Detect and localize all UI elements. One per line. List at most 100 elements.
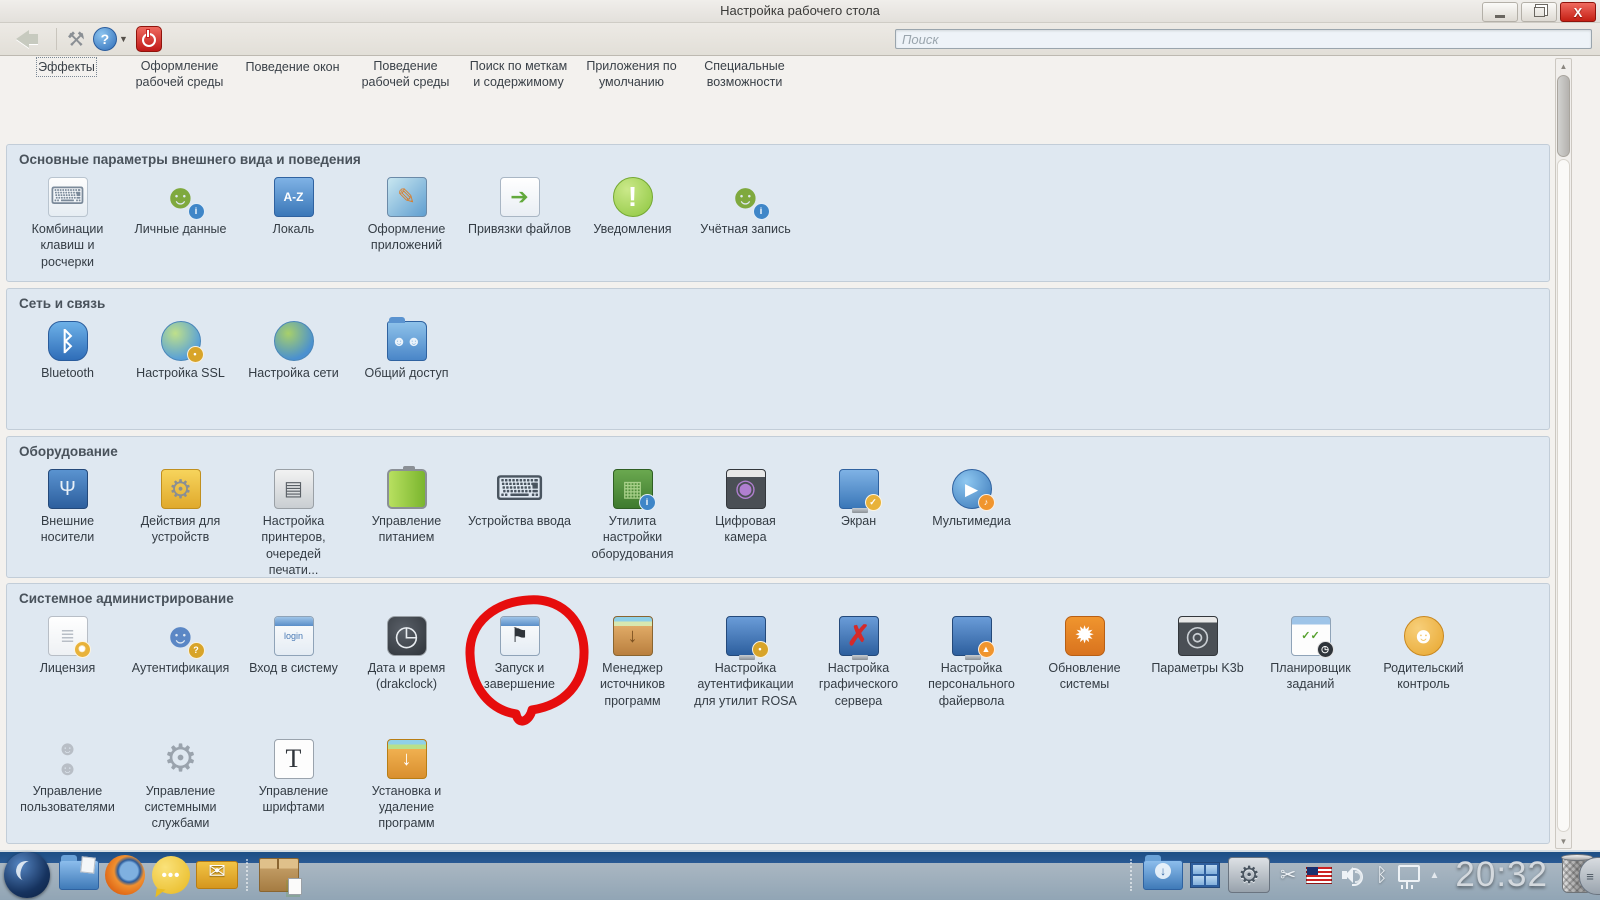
settings-item-label: Уведомления xyxy=(593,222,672,236)
settings-item[interactable]: ☻ Родительский контроль xyxy=(1371,612,1476,709)
settings-item[interactable]: • Настройка аутентификации для утилит RO… xyxy=(693,612,798,709)
titlebar: Настройка рабочего стола X xyxy=(0,0,1600,23)
settings-item[interactable]: ✎ Оформление приложений xyxy=(354,173,459,270)
system-settings-task-button[interactable]: ⚙ xyxy=(1228,857,1271,893)
scrollbar-thumb[interactable] xyxy=(1557,75,1570,157)
desktop-pager[interactable] xyxy=(1190,862,1221,888)
firefox-button[interactable] xyxy=(104,854,146,896)
settings-item[interactable]: ▤ Настройка принтеров, очередей печати..… xyxy=(241,465,346,578)
settings-item[interactable]: ✓ Экран xyxy=(806,465,911,578)
quit-button[interactable] xyxy=(135,25,162,53)
settings-item[interactable]: ✓✓ ◷ Планировщик заданий xyxy=(1258,612,1363,709)
settings-item-label: Настройка персонального файервола xyxy=(928,661,1015,708)
license-icon: ≣ ✺ xyxy=(47,616,91,658)
settings-item[interactable]: ▲ Настройка персонального файервола xyxy=(919,612,1024,709)
settings-item[interactable]: ☻☻ Управление пользователями xyxy=(15,735,120,832)
settings-item[interactable]: Приложения по умолчанию xyxy=(579,58,684,91)
settings-item[interactable]: ☻ i Учётная запись xyxy=(693,173,798,270)
settings-item[interactable]: ⌨ Комбинации клавиш и росчерки xyxy=(15,173,120,270)
settings-item[interactable]: ◎ Параметры K3b xyxy=(1145,612,1250,709)
rosa-launcher-button[interactable] xyxy=(4,852,50,898)
clipboard-scissors-icon[interactable]: ✂ xyxy=(1280,866,1296,885)
settings-item[interactable]: Управление питанием xyxy=(354,465,459,578)
settings-item-label: Настройка сети xyxy=(248,366,339,380)
settings-item[interactable]: Ψ Внешние носители xyxy=(15,465,120,578)
settings-item[interactable]: ☻ i Личные данные xyxy=(128,173,233,270)
restore-button[interactable] xyxy=(1521,2,1557,22)
keyboard-layout-us-flag-icon[interactable] xyxy=(1306,866,1333,884)
settings-item[interactable]: T Управление шрифтами xyxy=(241,735,346,832)
settings-item[interactable]: ᛒ Bluetooth xyxy=(15,317,120,381)
settings-item-label: Локаль xyxy=(272,222,315,236)
user-management-icon: ☻☻ xyxy=(56,737,79,780)
settings-item-label: Установка и удаление программ xyxy=(371,783,442,831)
minimize-button[interactable] xyxy=(1482,2,1518,22)
settings-item[interactable]: ↓ Менеджер источников программ xyxy=(580,612,685,709)
settings-item[interactable]: ⚙ Действия для устройств xyxy=(128,465,233,578)
settings-item[interactable]: A-Z Локаль xyxy=(241,173,346,270)
help-button[interactable]: ? ▼ xyxy=(92,25,128,53)
section-title: Оборудование xyxy=(19,444,118,459)
search-input[interactable] xyxy=(895,29,1592,49)
settings-item[interactable]: ▦ i Утилита настройки оборудования xyxy=(580,465,685,578)
settings-item[interactable]: Специальные возможности xyxy=(692,58,797,91)
settings-item[interactable]: • Настройка SSL xyxy=(128,317,233,381)
settings-item[interactable]: ⚙ Управление системными службами xyxy=(128,735,233,832)
settings-item[interactable]: login Вход в систему xyxy=(241,612,346,709)
back-button[interactable] xyxy=(8,25,46,53)
taskbar-clock[interactable]: 20:32 xyxy=(1455,855,1548,895)
downloads-folder-button[interactable]: ↓ xyxy=(1142,854,1184,896)
settings-item[interactable]: Поведение окон xyxy=(240,58,345,91)
scroll-down-arrow[interactable]: ▼ xyxy=(1556,834,1571,848)
back-arrow-icon xyxy=(16,30,29,48)
package-manager-button[interactable] xyxy=(258,854,302,896)
settings-item-label: Приложения по умолчанию xyxy=(586,59,677,90)
settings-item-label: Привязки файлов xyxy=(467,222,572,236)
settings-item[interactable]: ≣ ✺ Лицензия xyxy=(15,612,120,709)
settings-item[interactable]: Поиск по меткам и содержимому xyxy=(466,58,571,91)
configure-button[interactable]: ⚒ xyxy=(67,25,85,53)
settings-item[interactable]: ⚑ Запуск и завершение xyxy=(467,612,572,709)
settings-item[interactable]: ⌨ Устройства ввода xyxy=(467,465,572,578)
settings-item[interactable]: Оформление рабочей среды xyxy=(127,58,232,91)
system-update-icon: ✹ xyxy=(1064,616,1105,656)
personal-data-icon: ☻ i xyxy=(161,177,205,220)
settings-item[interactable]: ! Уведомления xyxy=(580,173,685,270)
shared-access-icon: ☻☻ xyxy=(386,317,427,361)
messenger-button[interactable]: ••• xyxy=(150,854,192,896)
settings-item[interactable]: ☻? Аутентификация xyxy=(128,612,233,709)
settings-item-label: Вход в систему xyxy=(249,661,338,675)
scroll-up-arrow[interactable]: ▲ xyxy=(1556,59,1571,73)
settings-item[interactable]: ◉ Цифровая камера xyxy=(693,465,798,578)
bluetooth-tray-icon[interactable]: ᛒ xyxy=(1376,866,1387,885)
settings-item[interactable]: Эффекты xyxy=(14,56,119,91)
settings-item[interactable]: ▶ ♪ Мультимедиа xyxy=(919,465,1024,578)
settings-item[interactable]: ➔ Привязки файлов xyxy=(467,173,572,270)
settings-item[interactable]: Настройка сети xyxy=(241,317,346,381)
settings-item[interactable]: ↓ Установка и удаление программ xyxy=(354,735,459,832)
tray-expander-icon[interactable]: ▲ xyxy=(1430,870,1440,881)
settings-item[interactable]: Поведение рабочей среды xyxy=(353,58,458,91)
close-button[interactable]: X xyxy=(1560,2,1596,22)
notifications-icon: ! xyxy=(612,177,653,217)
settings-item[interactable]: ✗ Настройка графического сервера xyxy=(806,612,911,709)
desktop-settings-window: Настройка рабочего стола X ⚒ ? ▼ Поиск Э… xyxy=(0,0,1600,900)
network-monitor-icon[interactable] xyxy=(1397,864,1420,886)
section-hardware: Оборудование Ψ Внешние носители ⚙ Действ… xyxy=(6,436,1550,578)
taskbar-separator xyxy=(1130,859,1134,891)
volume-icon[interactable] xyxy=(1342,865,1366,886)
settings-item-label: Настройка принтеров, очередей печати... xyxy=(261,514,326,577)
system-tray: ✂ ᛒ ▲ xyxy=(1280,864,1440,886)
settings-item[interactable]: ☻☻ Общий доступ xyxy=(354,317,459,381)
file-manager-button[interactable] xyxy=(58,854,100,896)
firefox-icon xyxy=(105,855,145,895)
settings-item[interactable]: ◷ Дата и время (drakclock) xyxy=(354,612,459,709)
scrollbar-track[interactable] xyxy=(1557,159,1570,832)
settings-item-label: Мультимедиа xyxy=(932,514,1011,528)
section-title: Сеть и связь xyxy=(19,296,106,311)
vertical-scrollbar[interactable]: ▲ ▼ xyxy=(1555,58,1572,849)
settings-item[interactable]: ✹ Обновление системы xyxy=(1032,612,1137,709)
help-icon: ? xyxy=(92,27,117,51)
mail-button[interactable]: ✉ xyxy=(196,854,238,896)
settings-item-label: Настройка аутентификации для утилит ROSA xyxy=(694,661,797,708)
